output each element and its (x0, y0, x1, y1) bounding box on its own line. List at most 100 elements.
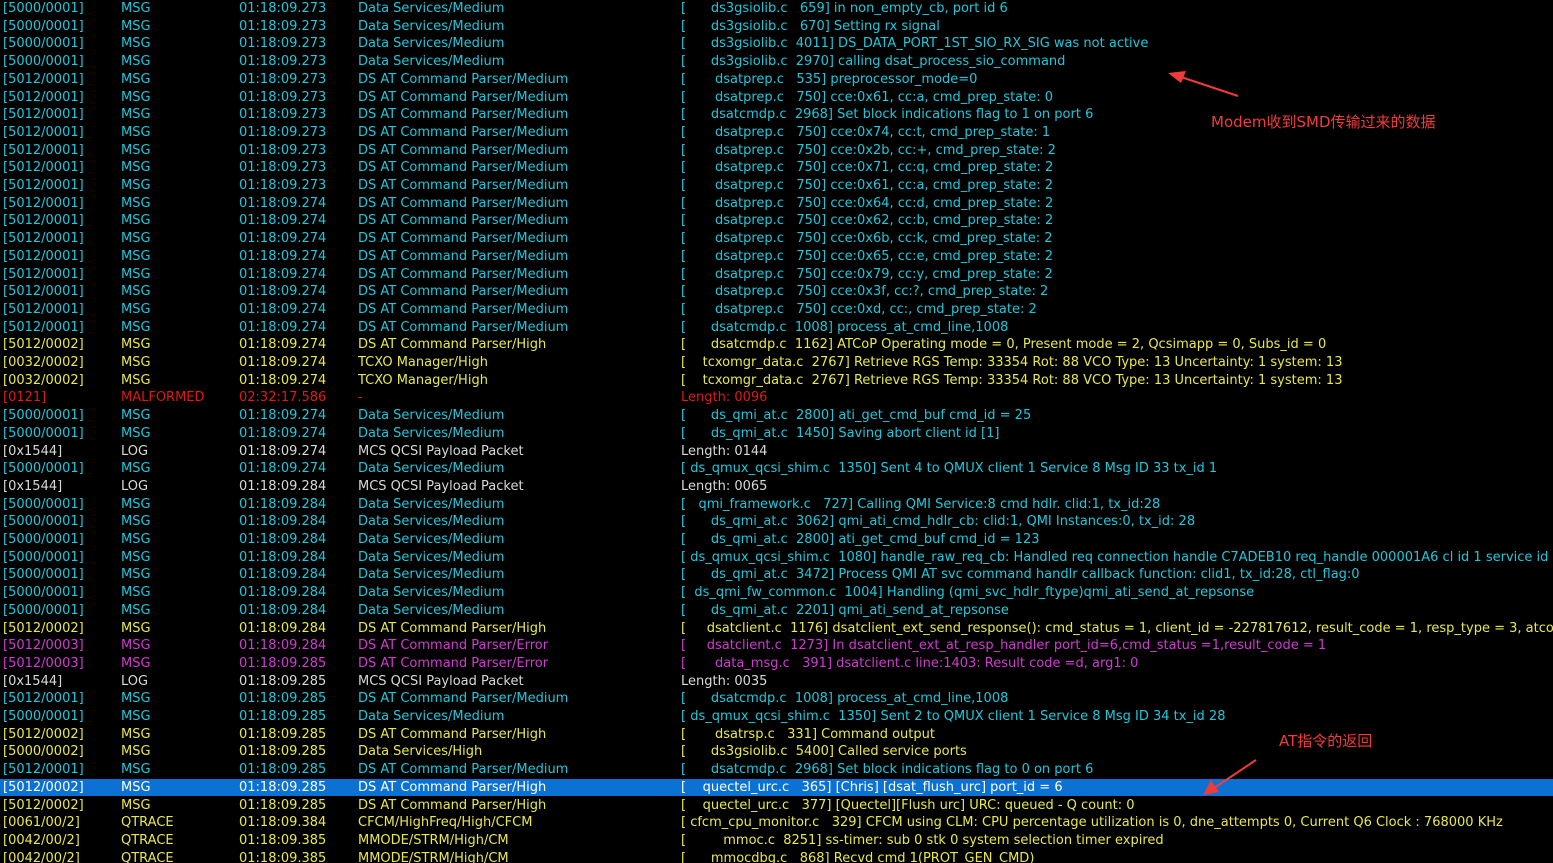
log-message-cell: [ dsatprep.c 750] cce:0x79, cc:y, cmd_pr… (681, 266, 1053, 282)
log-row[interactable]: [5000/0001] MSG 01:18:09.274 Data Services/… (0, 425, 1553, 443)
log-type-cell: MSG (121, 71, 151, 87)
log-time-cell: 01:18:09.273 (239, 1, 327, 16)
log-row[interactable]: [0061/00/2] QTRACE 01:18:09.384 CFCM/HighFr… (0, 814, 1553, 832)
log-row[interactable]: [5012/0001] MSG 01:18:09.273 DS AT Command … (0, 142, 1553, 160)
log-row[interactable]: [5000/0001] MSG 01:18:09.284 Data Services/… (0, 513, 1553, 531)
log-row[interactable]: [5012/0001] MSG 01:18:09.274 DS AT Command … (0, 248, 1553, 266)
log-message-cell: [ dsatprep.c 750] cce:0x61, cc:a, cmd_pr… (681, 178, 1054, 193)
log-type-cell: QTRACE (121, 850, 174, 863)
log-subsystem-cell: Data Services/Medium (358, 36, 505, 52)
log-row-selected[interactable]: [5012/0002] MSG 01:18:09.285 DS AT Command … (0, 778, 1553, 797)
log-row[interactable]: [0042/00/2] QTRACE 01:18:09.385 MMODE/STRM/… (0, 850, 1553, 863)
log-row[interactable]: [5000/0001] MSG 01:18:09.284 Data Services/… (0, 602, 1553, 620)
log-row[interactable]: [5012/0001] MSG 01:18:09.274 DS AT Command … (0, 283, 1553, 301)
log-row[interactable]: [5012/0001] MSG 01:18:09.274 DS AT Command … (0, 319, 1553, 337)
log-subsystem-cell: DS AT Command Parser/Medium (358, 248, 569, 264)
log-message-cell: [ dsatcmdp.c 1008] process_at_cmd_line,1… (681, 691, 1009, 707)
log-message-cell: [ ds_qmi_at.c 2201] qmi_ati_send_at_reps… (681, 602, 1009, 618)
log-time-cell: 01:18:09.274 (239, 231, 327, 247)
log-type-cell: MSG (121, 160, 151, 176)
log-time-cell: 01:18:09.274 (239, 408, 327, 424)
log-message-cell: [ dsatprep.c 750] cce:0x71, cc:q, cmd_pr… (681, 160, 1054, 176)
log-id-cell: [5012/0001] (3, 178, 84, 193)
log-row[interactable]: [5012/0001] MSG 01:18:09.273 DS AT Command … (0, 89, 1553, 107)
log-row[interactable]: [0x1544] LOG 01:18:09.284 MCS QCSI Payload … (0, 478, 1553, 496)
log-type-cell: MSG (121, 655, 151, 671)
log-row[interactable]: [5000/0001] MSG 01:18:09.273 Data Services/… (0, 53, 1553, 71)
log-row[interactable]: [5012/0001] MSG 01:18:09.273 DS AT Command … (0, 159, 1553, 177)
log-subsystem-cell: DS AT Command Parser/Error (358, 655, 549, 671)
log-row[interactable]: [5000/0001] MSG 01:18:09.285 Data Services/… (0, 708, 1553, 726)
log-row[interactable]: [5000/0001] MSG 01:18:09.284 Data Services/… (0, 496, 1553, 514)
log-message-cell: [ quectel_urc.c 377] [Quectel][Flush urc… (681, 797, 1135, 813)
log-time-cell: 01:18:09.284 (239, 478, 327, 494)
log-type-cell: MSG (121, 425, 151, 441)
log-row[interactable]: [5000/0001] MSG 01:18:09.284 Data Services/… (0, 584, 1553, 602)
log-subsystem-cell: Data Services/High (358, 744, 483, 760)
log-id-cell: [5012/0001] (3, 284, 84, 300)
log-row[interactable]: [5012/0001] MSG 01:18:09.274 DS AT Command … (0, 301, 1553, 319)
log-id-cell: [5012/0001] (3, 319, 84, 335)
log-row[interactable]: [5000/0001] MSG 01:18:09.284 Data Services/… (0, 549, 1553, 567)
log-row[interactable]: [5012/0001] MSG 01:18:09.285 DS AT Command … (0, 690, 1553, 708)
log-row[interactable]: [5012/0001] MSG 01:18:09.273 DS AT Command … (0, 71, 1553, 89)
log-row[interactable]: [0x1544] LOG 01:18:09.285 MCS QCSI Payload … (0, 673, 1553, 691)
log-row[interactable]: [5012/0003] MSG 01:18:09.285 DS AT Command … (0, 655, 1553, 673)
log-row[interactable]: [5012/0002] MSG 01:18:09.285 DS AT Command … (0, 797, 1553, 815)
log-time-cell: 01:18:09.385 (239, 832, 327, 848)
log-type-cell: MSG (121, 266, 151, 282)
log-row[interactable]: [0121] MALFORMED 02:32:17.586 - Length: 0096 (0, 389, 1553, 407)
log-row[interactable]: [5000/0001] MSG 01:18:09.273 Data Services/… (0, 35, 1553, 53)
log-time-cell: 01:18:09.273 (239, 54, 327, 70)
log-type-cell: MSG (121, 496, 151, 512)
log-type-cell: MSG (121, 549, 151, 565)
log-row[interactable]: [5000/0001] MSG 01:18:09.284 Data Services/… (0, 566, 1553, 584)
log-type-cell: MSG (121, 744, 151, 760)
log-message-cell: [ mmocdbg.c 868] Recvd cmd 1(PROT_GEN_CM… (681, 850, 1035, 863)
log-type-cell: MSG (121, 638, 151, 654)
log-time-cell: 01:18:09.273 (239, 107, 327, 123)
log-subsystem-cell: DS AT Command Parser/Medium (358, 71, 569, 87)
log-row[interactable]: [0032/0002] MSG 01:18:09.274 TCXO Manager/H… (0, 354, 1553, 372)
log-id-cell: [0032/0002] (3, 372, 84, 388)
log-row[interactable]: [5000/0001] MSG 01:18:09.274 Data Services/… (0, 407, 1553, 425)
log-subsystem-cell: TCXO Manager/High (358, 355, 488, 370)
log-row[interactable]: [5012/0001] MSG 01:18:09.285 DS AT Command … (0, 761, 1553, 779)
log-row[interactable]: [5000/0001] MSG 01:18:09.274 Data Services/… (0, 460, 1553, 478)
log-subsystem-cell: DS AT Command Parser/Medium (358, 266, 569, 282)
log-row[interactable]: [5012/0001] MSG 01:18:09.273 DS AT Command … (0, 177, 1553, 195)
log-row[interactable]: [0042/00/2] QTRACE 01:18:09.385 MMODE/STRM/… (0, 832, 1553, 850)
log-subsystem-cell: DS AT Command Parser/High (358, 620, 547, 636)
log-subsystem-cell: Data Services/Medium (358, 18, 505, 34)
log-time-cell: 01:18:09.273 (239, 18, 327, 34)
log-row[interactable]: [0032/0002] MSG 01:18:09.274 TCXO Manager/H… (0, 372, 1553, 390)
log-message-cell: [ ds3gsiolib.c 5400] Called service port… (681, 744, 967, 760)
log-row[interactable]: [5012/0001] MSG 01:18:09.274 DS AT Command … (0, 212, 1553, 230)
log-row[interactable]: [5012/0003] MSG 01:18:09.284 DS AT Command … (0, 637, 1553, 655)
log-message-cell: [ dsatprep.c 535] preprocessor_mode=0 (681, 71, 978, 87)
log-row[interactable]: [5000/0001] MSG 01:18:09.284 Data Services/… (0, 531, 1553, 549)
log-message-cell: [ dsatprep.c 750] cce:0x6b, cc:k, cmd_pr… (681, 231, 1053, 247)
log-subsystem-cell: - (358, 390, 363, 406)
log-message-cell: [ ds_qmi_at.c 1450] Saving abort client … (681, 425, 1000, 441)
annotation-at-return-note: AT指令的返回 (1279, 732, 1373, 750)
log-message-cell: [ dsatprep.c 750] cce:0x65, cc:e, cmd_pr… (681, 248, 1054, 264)
log-row[interactable]: [5012/0001] MSG 01:18:09.274 DS AT Command … (0, 195, 1553, 213)
log-row[interactable]: [5000/0001] MSG 01:18:09.273 Data Services/… (0, 0, 1553, 18)
log-row[interactable]: [0x1544] LOG 01:18:09.274 MCS QCSI Payload … (0, 443, 1553, 461)
log-row[interactable]: [5000/0001] MSG 01:18:09.273 Data Services/… (0, 18, 1553, 36)
log-subsystem-cell: DS AT Command Parser/Medium (358, 89, 569, 105)
log-row[interactable]: [5012/0002] MSG 01:18:09.284 DS AT Command … (0, 620, 1553, 638)
log-id-cell: [5000/0001] (3, 602, 84, 618)
log-subsystem-cell: DS AT Command Parser/Medium (358, 142, 569, 158)
log-id-cell: [5000/0001] (3, 408, 84, 424)
log-row[interactable]: [5012/0001] MSG 01:18:09.274 DS AT Command … (0, 230, 1553, 248)
log-time-cell: 01:18:09.285 (239, 709, 327, 724)
log-time-cell: 01:18:09.284 (239, 496, 327, 512)
log-row[interactable]: [5012/0002] MSG 01:18:09.274 DS AT Command … (0, 336, 1553, 354)
log-time-cell: 01:18:09.284 (239, 602, 327, 618)
log-row[interactable]: [5012/0001] MSG 01:18:09.274 DS AT Command … (0, 266, 1553, 284)
log-type-cell: MSG (121, 567, 151, 583)
log-time-cell: 01:18:09.273 (239, 124, 327, 140)
log-type-cell: MSG (121, 18, 151, 34)
